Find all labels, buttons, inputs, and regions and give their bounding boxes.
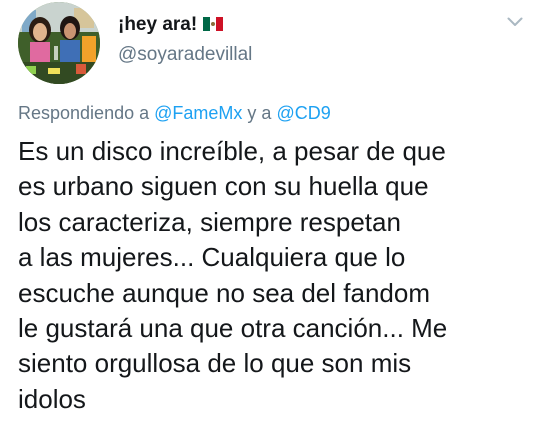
- tweet-text-line: a las mujeres... Cualquiera que lo: [18, 242, 406, 273]
- tweet-text-line: escuche aunque no sea del fandom: [18, 277, 430, 308]
- tweet-text-line: los caracteriza, siempre respetan: [18, 206, 401, 237]
- chevron-down-icon: [507, 17, 523, 26]
- reply-context: Respondiendo a @FameMx y a @CD9: [18, 103, 331, 124]
- display-name[interactable]: ¡hey ara!: [118, 14, 197, 36]
- username-handle[interactable]: @soyaradevillal: [118, 44, 252, 66]
- mention-famemx-link[interactable]: @FameMx: [154, 103, 242, 123]
- tweet-text: Es un disco increíble, a pesar de que es…: [18, 134, 518, 417]
- tweet-text-line: Es un disco increíble, a pesar de que: [18, 136, 446, 166]
- tweet-text-line: le gustará una que otra canción... Me: [18, 313, 448, 344]
- mexico-flag-icon: [203, 17, 224, 31]
- tweet-text-line: siento orgullosa de lo que son mis: [18, 348, 412, 379]
- avatar[interactable]: [18, 2, 100, 84]
- mention-cd9-link[interactable]: @CD9: [276, 103, 330, 123]
- tweet: ¡hey ara! @soyaradevillal Respondiendo a…: [0, 0, 540, 447]
- tweet-menu-button[interactable]: [500, 10, 530, 34]
- reply-connector: y a: [247, 103, 272, 123]
- tweet-text-line: es urbano siguen con su huella que: [18, 171, 429, 202]
- reply-prefix: Respondiendo a: [18, 103, 150, 123]
- author-name-row: ¡hey ara!: [118, 10, 224, 40]
- tweet-text-line: idolos: [18, 383, 86, 414]
